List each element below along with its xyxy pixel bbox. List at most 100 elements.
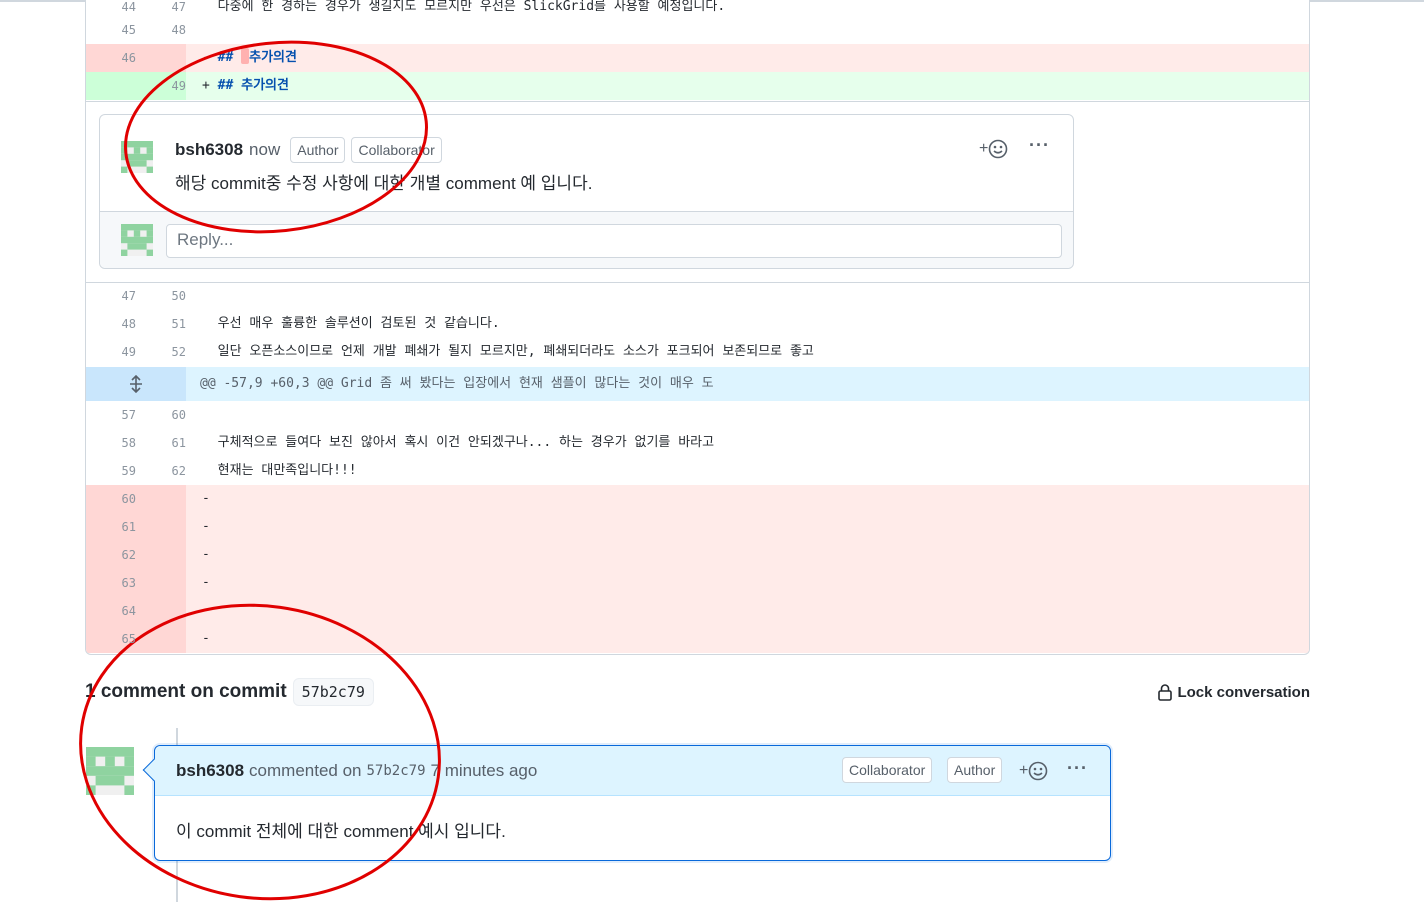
reaction-plus: + xyxy=(1019,762,1029,779)
expand-icon[interactable] xyxy=(86,367,186,401)
old-line-number[interactable]: 49 xyxy=(86,338,136,366)
new-line-number[interactable] xyxy=(136,44,186,72)
code-line: 우선 매우 훌륭한 솔루션이 검토된 것 같습니다. xyxy=(202,316,500,331)
heading-text: 추가의견 xyxy=(241,78,289,93)
old-line-number[interactable]: 46 xyxy=(86,44,136,72)
code-line: - xyxy=(186,541,1309,569)
old-line-number[interactable]: 61 xyxy=(86,513,136,541)
reply-area: Reply... xyxy=(100,211,1073,268)
diff-row-deleted: 46 - ## 추가의견 xyxy=(86,44,1309,72)
author-badge: Author xyxy=(947,757,1003,783)
new-line-number[interactable]: 61 xyxy=(136,429,186,457)
code-line: - ## 추가의견 xyxy=(186,44,1309,72)
diff-row: 45 48 xyxy=(86,16,1309,44)
comment-count: 1 xyxy=(85,681,96,702)
old-line-number[interactable]: 58 xyxy=(86,429,136,457)
old-line-number[interactable]: 63 xyxy=(86,569,136,597)
inline-comment: bsh6308 now Author Collaborator + ··· 해당… xyxy=(99,114,1074,269)
avatar[interactable] xyxy=(121,141,153,173)
commit-comment: bsh6308 commented on 57b2c79 7 minutes a… xyxy=(142,745,1111,861)
avatar xyxy=(121,224,153,256)
diff-row-added: 49 + ## 추가의견 xyxy=(86,72,1309,100)
comment-verb: commented on xyxy=(249,761,362,780)
new-line-number[interactable]: 48 xyxy=(136,16,186,44)
author-badge: Author xyxy=(290,137,346,163)
new-line-number[interactable]: 49 xyxy=(136,72,186,100)
commit-comment-header: bsh6308 commented on 57b2c79 7 minutes a… xyxy=(155,746,1110,796)
diff-view: 44 47 다중에 한 경하는 경우가 생길지도 모르지만 우선은 SlickG… xyxy=(85,0,1310,655)
code-line: 구체적으로 들여다 보진 않아서 혹시 이건 안되겠구나... 하는 경우가 없… xyxy=(202,435,715,450)
reply-input[interactable]: Reply... xyxy=(166,224,1062,258)
old-line-number[interactable]: 64 xyxy=(86,597,136,625)
smiley-icon xyxy=(989,139,1008,159)
diff-row-deleted: 60 - xyxy=(86,485,1309,513)
old-line-number[interactable] xyxy=(86,72,136,100)
deleted-char-highlight xyxy=(241,48,250,64)
diff-row-deleted: 62 - xyxy=(86,541,1309,569)
old-line-number[interactable]: 65 xyxy=(86,625,136,653)
inline-comment-thread: bsh6308 now Author Collaborator + ··· 해당… xyxy=(86,101,1309,283)
smiley-icon xyxy=(1029,761,1048,781)
lock-label: Lock conversation xyxy=(1177,683,1310,701)
reaction-plus: + xyxy=(979,140,989,157)
diff-sign: + xyxy=(202,78,218,93)
more-options-icon[interactable]: ··· xyxy=(1067,758,1088,779)
comment-commit-sha[interactable]: 57b2c79 xyxy=(367,763,426,779)
markdown-heading: ## xyxy=(217,50,242,65)
code-line: - xyxy=(186,485,1309,513)
add-reaction-button[interactable]: + xyxy=(979,139,1008,159)
code-line: 현재는 대만족입니다!!! xyxy=(202,463,357,478)
new-line-number[interactable]: 52 xyxy=(136,338,186,366)
comment-title-text: comment on commit xyxy=(100,681,287,702)
code-line: + ## 추가의견 xyxy=(186,72,1309,100)
comment-author[interactable]: bsh6308 xyxy=(175,140,243,160)
new-line-number[interactable]: 60 xyxy=(136,401,186,429)
more-options-icon[interactable]: ··· xyxy=(1029,135,1050,156)
diff-row: 59 62 현재는 대만족입니다!!! xyxy=(86,457,1309,485)
old-line-number[interactable]: 57 xyxy=(86,401,136,429)
comment-author[interactable]: bsh6308 xyxy=(176,761,244,781)
comment-header: bsh6308 now Author Collaborator xyxy=(175,137,442,163)
old-line-number[interactable]: 47 xyxy=(86,282,136,310)
collaborator-badge: Collaborator xyxy=(351,137,442,163)
old-line-number[interactable]: 62 xyxy=(86,541,136,569)
lock-icon xyxy=(1158,684,1173,701)
markdown-heading: ## xyxy=(217,78,242,93)
old-line-number[interactable]: 45 xyxy=(86,16,136,44)
diff-row-deleted: 61 - xyxy=(86,513,1309,541)
code-line: - xyxy=(186,569,1309,597)
comment-time[interactable]: 7 minutes ago xyxy=(431,761,538,781)
new-line-number[interactable]: 62 xyxy=(136,457,186,485)
heading-text: 추가의견 xyxy=(249,50,297,65)
avatar[interactable] xyxy=(86,747,134,795)
diff-sign: - xyxy=(202,50,218,65)
old-line-number[interactable]: 60 xyxy=(86,485,136,513)
new-line-number[interactable]: 51 xyxy=(136,310,186,338)
diff-row-deleted: 63 - xyxy=(86,569,1309,597)
comment-body: 해당 commit중 수정 사항에 대한 개별 comment 예 입니다. xyxy=(175,174,593,193)
code-line: 일단 오픈소스이므로 언제 개발 폐쇄가 될지 모르지만, 폐쇄되더라도 소스가… xyxy=(202,344,814,359)
commit-comments-title: 1 comment on commit 57b2c79 xyxy=(85,678,374,706)
comment-time[interactable]: now xyxy=(249,140,280,160)
code-line: - xyxy=(186,625,1309,653)
collaborator-badge: Collaborator xyxy=(842,757,933,783)
diff-row: 47 50 xyxy=(86,282,1309,310)
lock-conversation-button[interactable]: Lock conversation xyxy=(1157,683,1310,701)
new-line-number[interactable]: 50 xyxy=(136,282,186,310)
diff-row: 48 51 우선 매우 훌륭한 솔루션이 검토된 것 같습니다. xyxy=(86,310,1309,338)
add-reaction-button[interactable]: + xyxy=(1019,761,1048,781)
code-line xyxy=(186,597,1309,625)
hunk-header-text: @@ -57,9 +60,3 @@ Grid 좀 써 봤다는 입장에서 현재 샘… xyxy=(200,376,714,391)
diff-row: 57 60 xyxy=(86,401,1309,429)
diff-row-deleted: 64 xyxy=(86,597,1309,625)
old-line-number[interactable]: 48 xyxy=(86,310,136,338)
diff-row: 58 61 구체적으로 들여다 보진 않아서 혹시 이건 안되겠구나... 하는… xyxy=(86,429,1309,457)
diff-row-deleted: 65 - xyxy=(86,625,1309,653)
diff-row: 49 52 일단 오픈소스이므로 언제 개발 폐쇄가 될지 모르지만, 폐쇄되더… xyxy=(86,338,1309,366)
commit-sha-badge[interactable]: 57b2c79 xyxy=(292,678,374,706)
old-line-number[interactable]: 59 xyxy=(86,457,136,485)
hunk-header: @@ -57,9 +60,3 @@ Grid 좀 써 봤다는 입장에서 현재 샘… xyxy=(86,367,1309,401)
